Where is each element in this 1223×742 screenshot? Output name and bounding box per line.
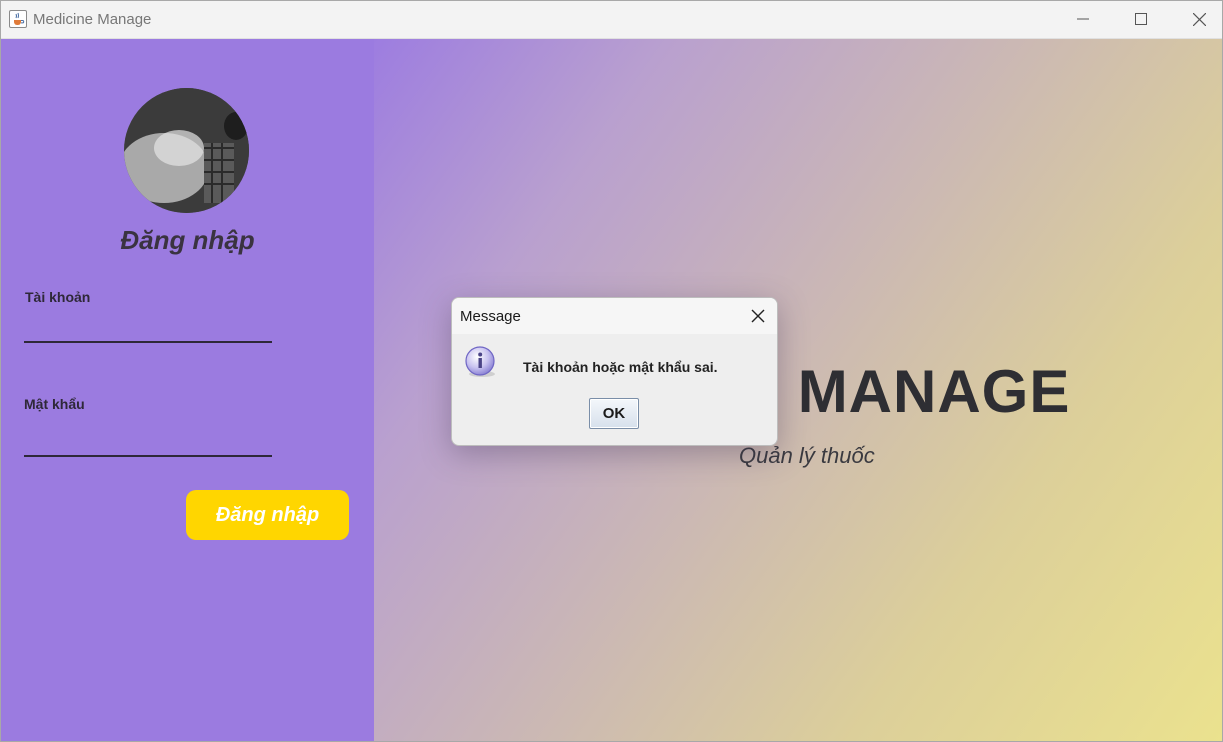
- close-window-button[interactable]: [1170, 1, 1222, 38]
- dialog-close-button[interactable]: [739, 298, 777, 334]
- info-icon: [464, 346, 498, 380]
- dialog-title: Message: [460, 308, 521, 325]
- minimize-button[interactable]: [1054, 1, 1112, 38]
- app-window: Medicine Manage Đăng nhập Tài khoản Mật …: [0, 0, 1223, 742]
- dialog-title-bar[interactable]: Message: [452, 298, 777, 334]
- message-dialog: Message Tài khoản hoặc mật khẩu sai. OK: [451, 297, 778, 446]
- title-bar[interactable]: Medicine Manage: [1, 1, 1222, 39]
- login-button[interactable]: Đăng nhập: [186, 490, 349, 540]
- java-cup-icon: [9, 10, 27, 28]
- password-input[interactable]: [24, 429, 272, 457]
- dialog-message: Tài khoản hoặc mật khẩu sai.: [523, 359, 718, 375]
- app-title: E MANAGE: [739, 358, 1071, 425]
- ok-button[interactable]: OK: [589, 398, 639, 429]
- username-label: Tài khoản: [25, 289, 91, 305]
- close-icon: [1193, 13, 1206, 26]
- password-label: Mật khẩu: [24, 396, 85, 412]
- login-heading: Đăng nhập: [120, 225, 255, 255]
- close-icon: [751, 309, 765, 323]
- app-subtitle: Quản lý thuốc: [739, 443, 875, 468]
- window-title: Medicine Manage: [33, 11, 152, 28]
- username-input[interactable]: [24, 315, 272, 343]
- avatar: [124, 88, 249, 213]
- maximize-icon: [1135, 13, 1147, 25]
- login-panel: Đăng nhập Tài khoản Mật khẩu Đăng nhập: [1, 39, 374, 741]
- maximize-button[interactable]: [1112, 1, 1170, 38]
- minimize-icon: [1077, 18, 1089, 20]
